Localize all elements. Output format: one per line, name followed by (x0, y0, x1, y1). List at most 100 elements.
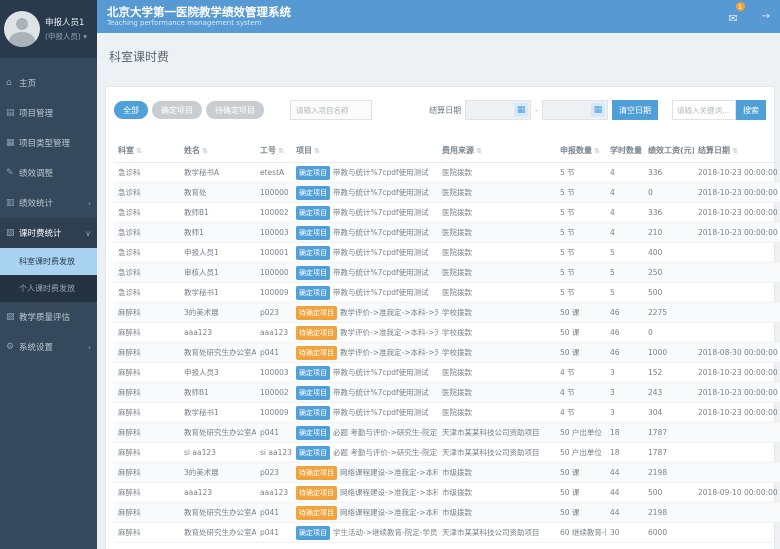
cell-hours: 44 (606, 503, 644, 523)
table-row[interactable]: 麻醉科教育处研究生办公室Ap041待确定项目教学评价->准我定->本科->无接受… (114, 343, 780, 363)
project-name-input[interactable] (290, 100, 372, 120)
sidebar-item-label: 教学质量评估 (19, 311, 70, 323)
project-label: 带教与统计%7cpdf使用测试 (333, 388, 429, 397)
gear-icon: ⚙ (6, 342, 19, 352)
app-window: 申报人员1 (申报人员) ▾ ⌂主页▤项目管理▦项目类型管理✎绩效调整▥绩效统计… (0, 0, 780, 549)
table-row[interactable]: 麻醉科教育处研究生办公室Ap041确定项目学生活动->继续教育-院定-学员天津市… (114, 523, 780, 543)
date-end-input[interactable]: ▦ (542, 100, 608, 120)
column-header[interactable]: 绩效工资(元)⇅ (644, 140, 694, 163)
cell-project: 待确定项目教学评价->准我定->本科->无接受人 (292, 343, 438, 363)
cell-salary: 304 (644, 403, 694, 423)
cell-date (694, 503, 780, 523)
cell-salary: 336 (644, 163, 694, 183)
cell-hours: 5 (606, 263, 644, 283)
project-label: 带教与统计%7cpdf使用测试 (333, 168, 429, 177)
cell-date: 2018-10-23 00:00:00 (694, 203, 780, 223)
submenu-item-personal-fee[interactable]: 个人课时费发放 (0, 275, 97, 302)
cell-salary: 0 (644, 323, 694, 343)
cell-date: 2018-08-30 00:00:00 (694, 343, 780, 363)
table-row[interactable]: 急诊科教育处100000确定项目带教与统计%7cpdf使用测试医院拨款5 节40… (114, 183, 780, 203)
topbar-actions: ✉ 1 → (728, 7, 770, 26)
column-header[interactable]: 项目⇅ (292, 140, 438, 163)
page-title: 科室课时费 (97, 33, 780, 65)
sidebar-item-project-mgmt[interactable]: ▤项目管理 (0, 98, 97, 128)
table-row[interactable]: 麻醉科aaa123aaa123待确定项目网络课程建设->准我定->本科->学员市… (114, 483, 780, 503)
sidebar-item-quality-eval[interactable]: ▨教学质量评估 (0, 302, 97, 332)
cell-name: 申报人员1 (180, 243, 256, 263)
keyword-input[interactable] (672, 100, 736, 120)
cell-dept: 急诊科 (114, 263, 180, 283)
table-row[interactable]: 麻醉科教育处研究生办公室Ap041待确定项目网络课程建设->准我定->本科->学… (114, 503, 780, 523)
table-row[interactable]: 麻醉科si aa123si aa123确定项目必题 考勤与评价->研究生-院定-… (114, 443, 780, 463)
table-row[interactable]: 急诊科教学秘书AetestA确定项目带教与统计%7cpdf使用测试医院拨款5 节… (114, 163, 780, 183)
sidebar-item-fee-stats[interactable]: ▧课时费统计∨ (0, 218, 97, 248)
cell-dept: 麻醉科 (114, 343, 180, 363)
cell-date (694, 243, 780, 263)
messages-button[interactable]: ✉ 1 (728, 7, 737, 26)
column-header[interactable]: 科室⇅ (114, 140, 180, 163)
table-row[interactable]: 麻醉科申报人员3100003确定项目带教与统计%7cpdf使用测试医院拨款4 节… (114, 363, 780, 383)
cell-name: 教师B1 (180, 383, 256, 403)
cell-qty: 4 节 (556, 363, 606, 383)
table-row[interactable]: 麻醉科教学秘书1100009确定项目带教与统计%7cpdf使用测试医院拨款4 节… (114, 403, 780, 423)
user-name: 申报人员1 (45, 16, 87, 28)
clear-date-button[interactable]: 清空日期 (612, 100, 658, 120)
cell-salary: 1787 (644, 443, 694, 463)
cell-name: 3的美术展 (180, 463, 256, 483)
sidebar-item-label: 项目管理 (19, 107, 53, 119)
table-row[interactable]: 急诊科教学秘书1100009确定项目带教与统计%7cpdf使用测试医院拨款5 节… (114, 283, 780, 303)
table-row[interactable]: 麻醉科教育处研究生办公室Ap041确定项目必题 考勤与评价->研究生-院定-教师… (114, 423, 780, 443)
logout-icon: → (762, 11, 770, 22)
user-role-dropdown[interactable]: (申报人员) ▾ (45, 31, 87, 42)
brand: 北京大学第一医院教学绩效管理系统 Teaching performance ma… (107, 6, 291, 28)
table-row[interactable]: 急诊科审核人员1100000确定项目带教与统计%7cpdf使用测试医院拨款5 节… (114, 263, 780, 283)
table-row[interactable]: 急诊科教师1100003确定项目带教与统计%7cpdf使用测试医院拨款5 节42… (114, 223, 780, 243)
filter-pill-2[interactable]: 待确定项目 (206, 101, 264, 119)
calendar-icon[interactable]: ▦ (591, 103, 605, 117)
date-start-input[interactable]: ▦ (465, 100, 531, 120)
sort-icon: ⇅ (594, 147, 600, 155)
column-header-label: 工号 (260, 146, 276, 155)
table-row[interactable]: 麻醉科3的美术展p023待确定项目教学评价->准我定->本科->无接受人学校拨款… (114, 303, 780, 323)
table-row[interactable]: 急诊科教师B1100002确定项目带教与统计%7cpdf使用测试医院拨款5 节4… (114, 203, 780, 223)
sidebar-item-home[interactable]: ⌂主页 (0, 68, 97, 98)
submenu-item-dept-fee[interactable]: 科室课时费发放 (0, 248, 97, 275)
cell-name: 教师1 (180, 223, 256, 243)
cell-id: 100000 (256, 183, 292, 203)
cell-id: p041 (256, 503, 292, 523)
cell-source: 医院拨款 (438, 163, 556, 183)
sidebar-item-system-settings[interactable]: ⚙系统设置› (0, 332, 97, 362)
cell-source: 医院拨款 (438, 183, 556, 203)
search-button[interactable]: 搜索 (736, 100, 766, 120)
column-header[interactable]: 费用来源⇅ (438, 140, 556, 163)
sidebar-item-perf-adjust[interactable]: ✎绩效调整 (0, 158, 97, 188)
table-body: 急诊科教学秘书AetestA确定项目带教与统计%7cpdf使用测试医院拨款5 节… (114, 163, 780, 543)
filter-pills: 全部确定项目待确定项目 (114, 101, 264, 119)
document-icon: ▤ (6, 108, 19, 118)
table-row[interactable]: 麻醉科教师B1100002确定项目带教与统计%7cpdf使用测试医院拨款4 节3… (114, 383, 780, 403)
calendar-icon[interactable]: ▦ (514, 103, 528, 117)
cell-id: aaa123 (256, 323, 292, 343)
column-header[interactable]: 姓名⇅ (180, 140, 256, 163)
cell-date: 2018-09-10 00:00:00 (694, 483, 780, 503)
cell-project: 确定项目学生活动->继续教育-院定-学员 (292, 523, 438, 543)
column-header[interactable]: 申报数量⇅ (556, 140, 606, 163)
table-row[interactable]: 急诊科申报人员1100001确定项目带教与统计%7cpdf使用测试医院拨款5 节… (114, 243, 780, 263)
cell-hours: 46 (606, 323, 644, 343)
filter-pill-0[interactable]: 全部 (114, 101, 148, 119)
sidebar-item-project-type-mgmt[interactable]: ▦项目类型管理 (0, 128, 97, 158)
filter-pill-1[interactable]: 确定项目 (152, 101, 202, 119)
column-header[interactable]: 结算日期⇅ (694, 140, 780, 163)
column-header[interactable]: 学时数量⇅ (606, 140, 644, 163)
table-row[interactable]: 麻醉科aaa123aaa123待确定项目教学评价->准我定->本科->无接受人学… (114, 323, 780, 343)
date-filter: 结算日期 ▦ - ▦ 清空日期 (429, 100, 658, 120)
cell-qty: 60 继续教育-院定-学员 (556, 523, 606, 543)
cell-date (694, 463, 780, 483)
column-header[interactable]: 工号⇅ (256, 140, 292, 163)
cell-id: aaa123 (256, 483, 292, 503)
logout-button[interactable]: → (762, 11, 770, 22)
table-row[interactable]: 麻醉科3的美术展p023待确定项目网络课程建设->准我定->本科->学员市级拨款… (114, 463, 780, 483)
sidebar-item-perf-stats[interactable]: ▥绩效统计› (0, 188, 97, 218)
status-badge: 待确定项目 (296, 506, 337, 520)
status-badge: 确定项目 (296, 226, 330, 240)
